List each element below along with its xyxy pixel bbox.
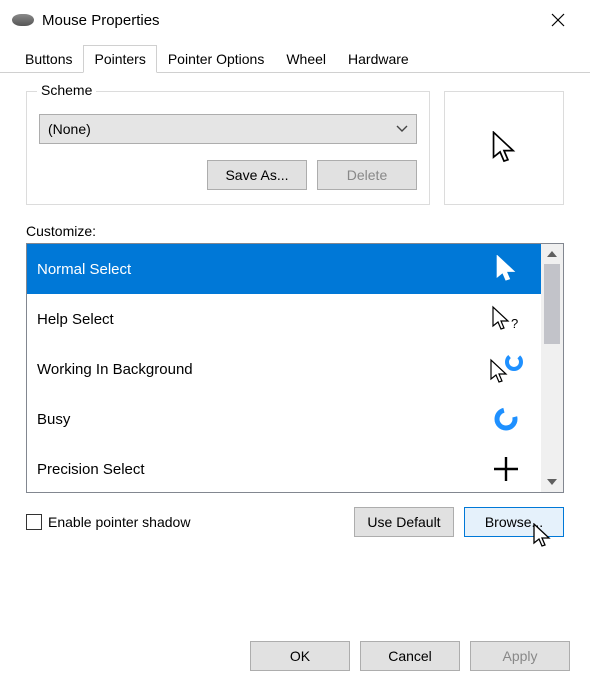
button-label: Cancel [388, 648, 432, 664]
titlebar: Mouse Properties [0, 0, 590, 38]
tab-buttons[interactable]: Buttons [14, 45, 83, 73]
button-label: Apply [502, 648, 537, 664]
cursor-precision-icon [489, 456, 523, 482]
tab-pointer-options[interactable]: Pointer Options [157, 45, 276, 73]
scroll-track[interactable] [541, 264, 563, 472]
button-label: OK [290, 648, 310, 664]
cursor-preview [444, 91, 564, 205]
cursor-busy-icon [489, 406, 523, 432]
tab-label: Wheel [286, 51, 326, 67]
scheme-select[interactable]: (None) [39, 114, 417, 144]
mouse-icon [12, 14, 34, 26]
svg-text:?: ? [511, 316, 518, 331]
cursor-arrow-icon [490, 131, 518, 165]
list-item-help-select[interactable]: Help Select ? [27, 294, 541, 344]
cancel-button[interactable]: Cancel [360, 641, 460, 671]
tab-label: Pointer Options [168, 51, 265, 67]
checkbox-box[interactable] [26, 514, 42, 530]
list-item-normal-select[interactable]: Normal Select [27, 244, 541, 294]
list-item-working-background[interactable]: Working In Background [27, 344, 541, 394]
cursor-arrow-icon [489, 255, 523, 283]
scroll-down-icon [547, 479, 557, 485]
titlebar-left: Mouse Properties [12, 12, 160, 29]
mouse-properties-window: Mouse Properties Buttons Pointers Pointe… [0, 0, 590, 683]
cursor-help-icon: ? [489, 305, 523, 333]
tab-hardware[interactable]: Hardware [337, 45, 420, 73]
close-icon [551, 13, 565, 27]
scroll-up-icon [547, 251, 557, 257]
dialog-footer: OK Cancel Apply [250, 641, 570, 671]
tab-label: Pointers [94, 51, 145, 67]
ok-button[interactable]: OK [250, 641, 350, 671]
scroll-down-button[interactable] [541, 472, 563, 492]
list-item-label: Busy [37, 411, 70, 428]
tab-label: Hardware [348, 51, 409, 67]
button-label: Save As... [225, 167, 288, 183]
delete-button[interactable]: Delete [317, 160, 417, 190]
customize-label: Customize: [26, 223, 564, 239]
tab-pointers[interactable]: Pointers [83, 45, 156, 73]
list-item-label: Normal Select [37, 261, 131, 278]
button-label: Browse... [485, 514, 543, 530]
close-button[interactable] [538, 6, 578, 34]
use-default-button[interactable]: Use Default [354, 507, 454, 537]
chevron-down-icon [396, 125, 408, 133]
checkbox-label: Enable pointer shadow [48, 514, 190, 530]
button-label: Use Default [367, 514, 440, 530]
tab-strip: Buttons Pointers Pointer Options Wheel H… [0, 44, 590, 73]
scroll-up-button[interactable] [541, 244, 563, 264]
scheme-buttons: Save As... Delete [39, 160, 417, 190]
cursor-working-icon [489, 354, 523, 384]
list-item-busy[interactable]: Busy [27, 394, 541, 444]
scheme-row: Scheme (None) Save As... Delete [26, 91, 564, 205]
scheme-group: Scheme (None) Save As... Delete [26, 91, 430, 205]
options-buttons: Use Default Browse... [354, 507, 564, 537]
tab-wheel[interactable]: Wheel [275, 45, 337, 73]
apply-button[interactable]: Apply [470, 641, 570, 671]
tab-body: Scheme (None) Save As... Delete Customiz… [0, 73, 590, 547]
list-item-label: Working In Background [37, 361, 193, 378]
scrollbar[interactable] [541, 244, 563, 492]
enable-shadow-checkbox[interactable]: Enable pointer shadow [26, 514, 190, 530]
scroll-thumb[interactable] [544, 264, 560, 344]
listbox-items: Normal Select Help Select ? Wo [27, 244, 541, 492]
tab-label: Buttons [25, 51, 72, 67]
scheme-legend: Scheme [37, 82, 96, 98]
options-row: Enable pointer shadow Use Default Browse… [26, 507, 564, 537]
window-title: Mouse Properties [42, 12, 160, 29]
list-item-precision-select[interactable]: Precision Select [27, 444, 541, 492]
save-as-button[interactable]: Save As... [207, 160, 307, 190]
list-item-label: Precision Select [37, 461, 145, 478]
scheme-selected-value: (None) [48, 121, 91, 137]
browse-button-wrap: Browse... [464, 507, 564, 537]
list-item-label: Help Select [37, 311, 114, 328]
browse-button[interactable]: Browse... [464, 507, 564, 537]
customize-listbox[interactable]: Normal Select Help Select ? Wo [26, 243, 564, 493]
button-label: Delete [347, 167, 387, 183]
